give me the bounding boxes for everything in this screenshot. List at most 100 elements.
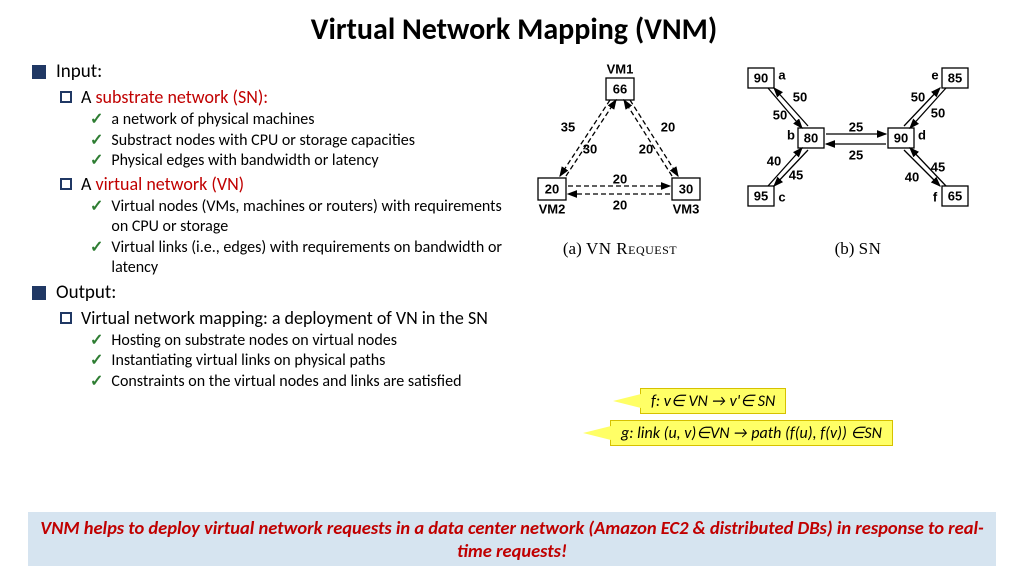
edge-label: 30 (583, 141, 597, 156)
check-icon: ✓ (90, 151, 103, 171)
vn-heading: A virtual network (VN) (60, 173, 502, 196)
edge-label: 50 (793, 89, 807, 104)
edge-label: 50 (773, 107, 787, 122)
mapping-item-text: Hosting on substrate nodes on virtual no… (111, 331, 397, 351)
edge-vm2-vm1 (566, 100, 616, 176)
footer-text: VNM helps to deploy virtual network requ… (40, 516, 983, 562)
check-icon: ✓ (90, 331, 103, 351)
check-icon: ✓ (90, 351, 103, 371)
footer-banner: VNM helps to deploy virtual network requ… (28, 512, 996, 566)
input-label: Input: (56, 60, 102, 84)
vm3-label: VM3 (673, 201, 700, 216)
edge-label: 45 (931, 159, 945, 174)
mapping-item: ✓ Instantiating virtual links on physical… (90, 351, 996, 371)
diagram-a: VM1 66 20 VM2 30 VM3 (520, 58, 720, 260)
edge-label: 40 (905, 169, 919, 184)
vm3-value: 30 (679, 181, 693, 196)
sn-item-text: Physical edges with bandwidth or latency (111, 151, 378, 171)
vm1-value: 66 (613, 81, 627, 96)
edge-label: 50 (931, 105, 945, 120)
caption-text: SN (859, 239, 882, 258)
sn-item: ✓ Substract nodes with CPU or storage cap… (90, 131, 502, 151)
check-icon: ✓ (90, 110, 103, 130)
hollow-square-icon (60, 178, 72, 190)
edge-label: 45 (789, 167, 803, 182)
node-e-value: 85 (948, 70, 962, 85)
sn-item: ✓ a network of physical machines (90, 110, 502, 130)
check-icon: ✓ (90, 238, 103, 258)
node-f-value: 65 (948, 188, 962, 203)
vm2-value: 20 (545, 181, 559, 196)
check-icon: ✓ (90, 372, 103, 392)
mapping-item-text: Instantiating virtual links on physical … (111, 351, 385, 371)
edge-label: 20 (639, 141, 653, 156)
left-column: Input: A substrate network (SN): ✓ a netw… (32, 58, 502, 279)
node-b-value: 80 (804, 130, 818, 145)
sn-svg: 90 a 80 b 95 c 90 (738, 58, 978, 228)
page-title: Virtual Network Mapping (VNM) (32, 11, 996, 48)
callout-g: g: link (u, v)∈VN → path (f(u), f(v)) ∈S… (610, 420, 893, 446)
vn-item-text: Virtual links (i.e., edges) with require… (111, 238, 502, 279)
mapping-heading: Virtual network mapping: a deployment of… (60, 307, 996, 330)
diagram-column: VM1 66 20 VM2 30 VM3 (502, 58, 996, 260)
slide: Virtual Network Mapping (VNM) Input: A s… (0, 0, 1024, 576)
node-c-label: c (778, 189, 785, 204)
check-icon: ✓ (90, 131, 103, 151)
edge-label: 20 (613, 197, 627, 212)
square-bullet-icon (32, 65, 46, 79)
sn-item-text: a network of physical machines (111, 110, 314, 130)
diagram-b-caption: (b) SN (738, 238, 978, 260)
mapping-item: ✓ Hosting on substrate nodes on virtual n… (90, 331, 996, 351)
check-icon: ✓ (90, 197, 103, 217)
formula-callouts: f: v∈ VN → v'∈ SN g: link (u, v)∈VN → pa… (610, 388, 893, 446)
diagrams-row: VM1 66 20 VM2 30 VM3 (502, 58, 996, 260)
output-heading: Output: (32, 281, 996, 305)
diagram-a-caption: (a) VN Request (520, 238, 720, 260)
hollow-square-icon (60, 312, 72, 324)
mapping-label: Virtual network mapping: a deployment of… (81, 307, 488, 330)
vm1-label: VM1 (607, 61, 634, 76)
node-f-label: f (933, 189, 938, 204)
diagram-b: 90 a 80 b 95 c 90 (738, 58, 978, 260)
hollow-square-icon (60, 91, 72, 103)
vn-item: ✓ Virtual nodes (VMs, machines or routers… (90, 197, 502, 238)
sn-label: substrate network (SN): (95, 86, 268, 108)
sn-item: ✓ Physical edges with bandwidth or latenc… (90, 151, 502, 171)
node-c-value: 95 (754, 188, 768, 203)
caption-prefix: (a) (563, 239, 586, 258)
node-a-value: 90 (754, 70, 768, 85)
vn-prefix: A (81, 173, 95, 195)
sn-heading: A substrate network (SN): (60, 86, 502, 109)
node-e-label: e (931, 67, 938, 82)
node-a-label: a (778, 67, 786, 82)
input-heading: Input: (32, 60, 502, 84)
square-bullet-icon (32, 286, 46, 300)
edge-label: 20 (613, 171, 627, 186)
content-area: Input: A substrate network (SN): ✓ a netw… (32, 58, 996, 392)
output-label: Output: (56, 281, 116, 305)
sn-prefix: A (81, 86, 95, 108)
callout-f-text: f: v∈ VN → v'∈ SN (651, 392, 775, 411)
sn-item-text: Substract nodes with CPU or storage capa… (111, 131, 415, 151)
vn-item: ✓ Virtual links (i.e., edges) with requir… (90, 238, 502, 279)
edge-vm1-vm2 (560, 100, 610, 176)
output-block: Output: Virtual network mapping: a deplo… (32, 281, 996, 393)
top-row: Input: A substrate network (SN): ✓ a netw… (32, 58, 996, 279)
vn-item-text: Virtual nodes (VMs, machines or routers)… (111, 197, 502, 238)
edge-label: 25 (849, 147, 863, 162)
caption-prefix: (b) (835, 239, 859, 258)
vn-label: virtual network (VN) (95, 173, 244, 195)
vm2-label: VM2 (539, 201, 566, 216)
edge-vm3-vm1 (624, 100, 672, 176)
edge-label: 40 (767, 153, 781, 168)
edge-label: 50 (911, 89, 925, 104)
vn-request-svg: VM1 66 20 VM2 30 VM3 (520, 58, 720, 228)
edge-label: 20 (661, 119, 675, 134)
callout-g-text: g: link (u, v)∈VN → path (f(u), f(v)) ∈S… (621, 424, 882, 443)
callout-f: f: v∈ VN → v'∈ SN (640, 388, 786, 414)
edge-label: 25 (849, 119, 863, 134)
mapping-item-text: Constraints on the virtual nodes and lin… (111, 372, 461, 392)
edge-label: 35 (561, 119, 575, 134)
caption-text: VN Request (586, 239, 677, 258)
node-b-label: b (787, 127, 795, 142)
